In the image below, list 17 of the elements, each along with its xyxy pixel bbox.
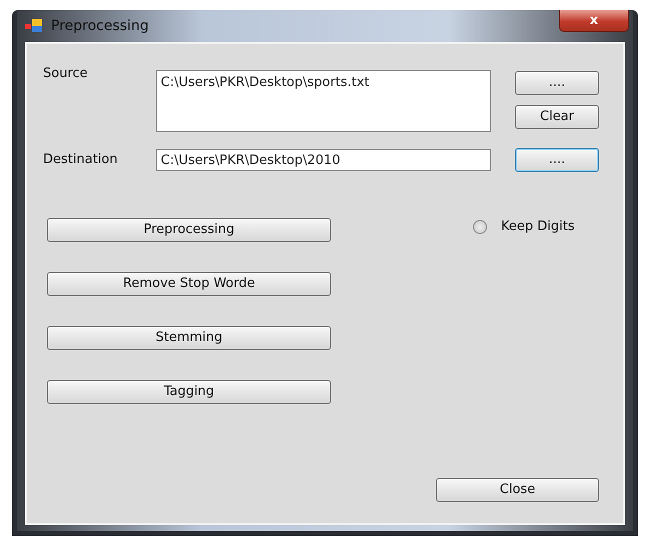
clear-button[interactable]: Clear — [515, 105, 599, 129]
action-button[interactable]: Tagging — [47, 380, 331, 404]
action-button[interactable]: Preprocessing — [47, 218, 331, 242]
close-button[interactable]: x — [559, 10, 629, 32]
keep-digits-label[interactable]: Keep Digits — [501, 217, 575, 237]
action-button[interactable]: Stemming — [47, 326, 331, 350]
action-button[interactable]: Remove Stop Worde — [47, 272, 331, 296]
window-title: Preprocessing — [51, 16, 149, 36]
app-icon — [25, 19, 43, 33]
source-field[interactable]: C:\Users\PKR\Desktop\sports.txt — [156, 70, 491, 132]
radio-button[interactable] — [473, 220, 487, 234]
browse-button[interactable]: .... — [515, 71, 599, 95]
browse-button[interactable]: .... — [515, 148, 599, 172]
close-button[interactable]: Close — [436, 478, 599, 502]
destination-field[interactable]: C:\Users\PKR\Desktop\2010 — [156, 149, 491, 171]
destination-label: Destination — [43, 151, 119, 170]
source-label: Source — [43, 65, 89, 83]
